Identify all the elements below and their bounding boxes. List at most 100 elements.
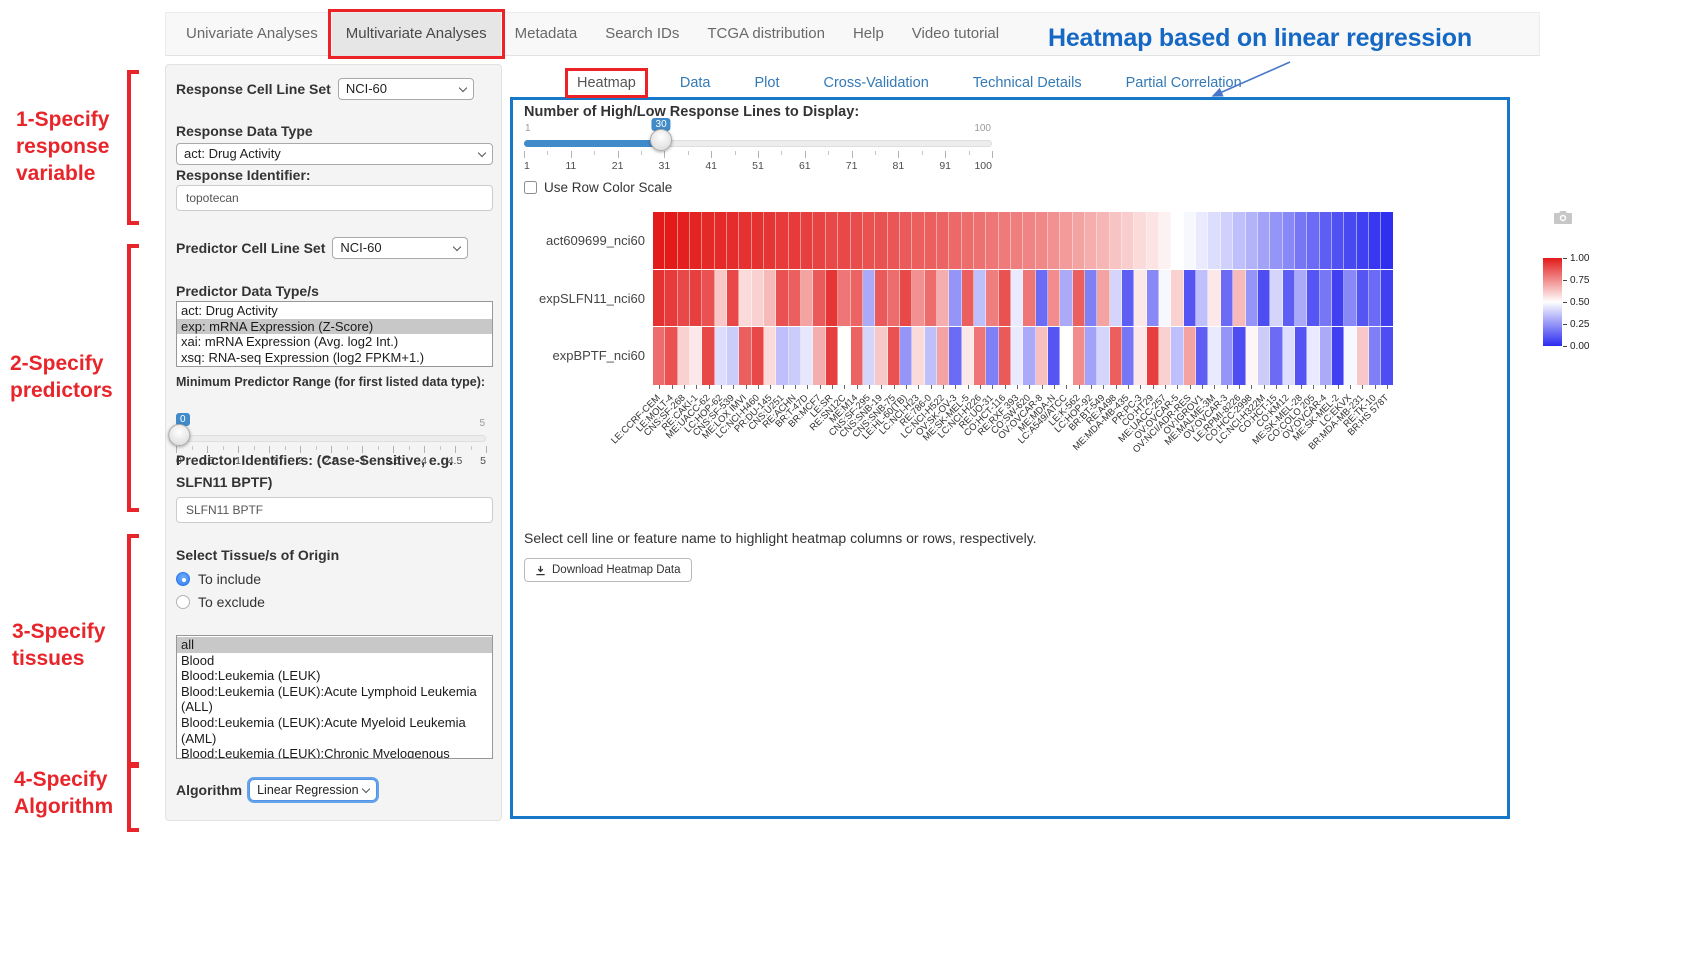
nav-item-help[interactable]: Help (839, 13, 898, 55)
list-option-all[interactable]: all (177, 637, 492, 653)
slider-grid-label: 81 (893, 160, 905, 172)
response-cell-line-set-select[interactable]: NCI-60 (338, 78, 474, 100)
heatmap-cell (1110, 327, 1122, 385)
list-option-blood-leukemia-leuk-acute-myeloid-leukemia-aml[interactable]: Blood:Leukemia (LEUK):Acute Myeloid Leuk… (177, 715, 492, 746)
list-option-xsq-rna-seq-expression-log2-fpkm-1[interactable]: xsq: RNA-seq Expression (log2 FPKM+1.) (177, 350, 492, 366)
nav-item-univariate-analyses[interactable]: Univariate Analyses (172, 13, 332, 55)
row-color-scale-option[interactable]: Use Row Color Scale (524, 180, 672, 195)
heatmap-cell (789, 270, 801, 327)
axis-tick (659, 385, 660, 389)
heatmap-cell (1295, 212, 1307, 269)
heatmap-cell (1085, 270, 1097, 327)
tissue-include-radio[interactable]: To include (176, 571, 261, 587)
heatmap-cell (1196, 327, 1208, 385)
heatmap-cell (986, 212, 998, 269)
row-label-expbptf-nci60[interactable]: expBPTF_nci60 (515, 348, 645, 363)
axis-tick (1140, 385, 1141, 389)
tissue-listbox[interactable]: allBloodBlood:Leukemia (LEUK)Blood:Leuke… (176, 635, 493, 759)
heatmap-cell (801, 270, 813, 327)
heatmap-cell (1258, 327, 1270, 385)
tab-data[interactable]: Data (673, 73, 718, 93)
heatmap-cell (1221, 270, 1233, 327)
axis-tick (1116, 385, 1117, 389)
tab-plot[interactable]: Plot (747, 73, 786, 93)
nav-item-tcga-distribution[interactable]: TCGA distribution (693, 13, 839, 55)
axis-tick (894, 385, 895, 389)
heatmap-cell (838, 327, 850, 385)
response-identifier-input[interactable] (176, 185, 493, 211)
axis-tick (1288, 385, 1289, 389)
list-option-xai-mrna-expression-avg-log2-int[interactable]: xai: mRNA Expression (Avg. log2 Int.) (177, 334, 492, 350)
radio-selected-icon[interactable] (176, 572, 190, 586)
tab-heatmap[interactable]: Heatmap (570, 73, 643, 93)
axis-tick (721, 385, 722, 389)
predictor-cell-line-set-select[interactable]: NCI-60 (332, 237, 468, 259)
tissue-exclude-label: To exclude (198, 594, 265, 610)
heatmap-cell (678, 270, 690, 327)
download-button-label: Download Heatmap Data (552, 564, 681, 576)
heatmap-cells[interactable] (653, 212, 1393, 385)
list-option-blood-leukemia-leuk-acute-lymphoid-leukemia-all[interactable]: Blood:Leukemia (LEUK):Acute Lymphoid Leu… (177, 684, 492, 715)
annotation-step-2: 2-Specify predictors (10, 350, 113, 404)
annotation-step-4: 4-Specify Algorithm (14, 766, 113, 820)
slider-handle[interactable] (650, 129, 672, 151)
axis-tick (1103, 385, 1104, 389)
slider-track[interactable] (176, 435, 486, 442)
heatmap-cell (1073, 270, 1085, 327)
heatmap-cell (1369, 212, 1381, 269)
row-label-act609699-nci60[interactable]: act609699_nci60 (515, 233, 645, 248)
heatmap-cell (1085, 212, 1097, 269)
heatmap-cell (1134, 270, 1146, 327)
list-option-exp-mrna-expression-z-score[interactable]: exp: mRNA Expression (Z-Score) (177, 319, 492, 335)
predictor-identifiers-input[interactable] (176, 497, 493, 523)
checkbox-unchecked-icon[interactable] (524, 181, 537, 194)
heatmap-cell (986, 327, 998, 385)
heatmap-cell (1060, 270, 1072, 327)
slider-grid-label: 41 (705, 160, 717, 172)
axis-tick (1362, 385, 1363, 389)
heatmap-cell (1381, 212, 1392, 269)
legend-tick (1563, 324, 1567, 325)
tab-cross-validation[interactable]: Cross-Validation (816, 73, 935, 93)
algorithm-select[interactable]: Linear Regression (249, 779, 377, 801)
axis-tick (696, 385, 697, 389)
heatmap-cell (715, 270, 727, 327)
nav-item-video-tutorial[interactable]: Video tutorial (898, 13, 1013, 55)
heatmap-cell (1295, 327, 1307, 385)
heatmap-cell (851, 212, 863, 269)
radio-unselected-icon[interactable] (176, 595, 190, 609)
response-lines-slider[interactable]: 1 100 30 1112131415161718191100 (524, 118, 992, 174)
response-data-type-select[interactable]: act: Drug Activity (176, 143, 493, 165)
tissue-exclude-radio[interactable]: To exclude (176, 594, 265, 610)
nav-item-search-ids[interactable]: Search IDs (591, 13, 693, 55)
slider-handle[interactable] (168, 424, 190, 446)
slider-tick (758, 151, 759, 158)
sidebar-form: Response Cell Line Set NCI-60 Response D… (165, 64, 502, 821)
chevron-down-icon (362, 785, 370, 793)
list-option-blood-leukemia-leuk-chronic-myelogenous-leukemia-cml[interactable]: Blood:Leukemia (LEUK):Chronic Myelogenou… (177, 746, 492, 759)
heatmap-cell (1369, 270, 1381, 327)
list-option-act-drug-activity[interactable]: act: Drug Activity (177, 303, 492, 319)
axis-tick (1079, 385, 1080, 389)
slider-tick (711, 151, 712, 158)
slider-grid-label: 1 (524, 160, 530, 172)
nav-item-multivariate-analyses[interactable]: Multivariate Analyses (332, 13, 501, 55)
heatmap-cell (875, 270, 887, 327)
heatmap-cell (653, 212, 665, 269)
heatmap-cell (1246, 212, 1258, 269)
tab-technical-details[interactable]: Technical Details (966, 73, 1089, 93)
heatmap-cell (949, 212, 961, 269)
nav-item-metadata[interactable]: Metadata (501, 13, 592, 55)
download-heatmap-data-button[interactable]: Download Heatmap Data (524, 558, 692, 582)
list-option-blood-leukemia-leuk[interactable]: Blood:Leukemia (LEUK) (177, 668, 492, 684)
heatmap-cell (1344, 327, 1356, 385)
heatmap-cell (1332, 212, 1344, 269)
camera-icon[interactable] (1553, 210, 1573, 230)
list-option-blood[interactable]: Blood (177, 653, 492, 669)
heatmap-cell (1097, 270, 1109, 327)
heatmap-cell (715, 327, 727, 385)
heatmap-cell (764, 270, 776, 327)
predictor-data-type-listbox[interactable]: act: Drug Activityexp: mRNA Expression (… (176, 301, 493, 367)
slider-grid-label: 91 (939, 160, 951, 172)
row-label-expslfn11-nci60[interactable]: expSLFN11_nci60 (515, 291, 645, 306)
